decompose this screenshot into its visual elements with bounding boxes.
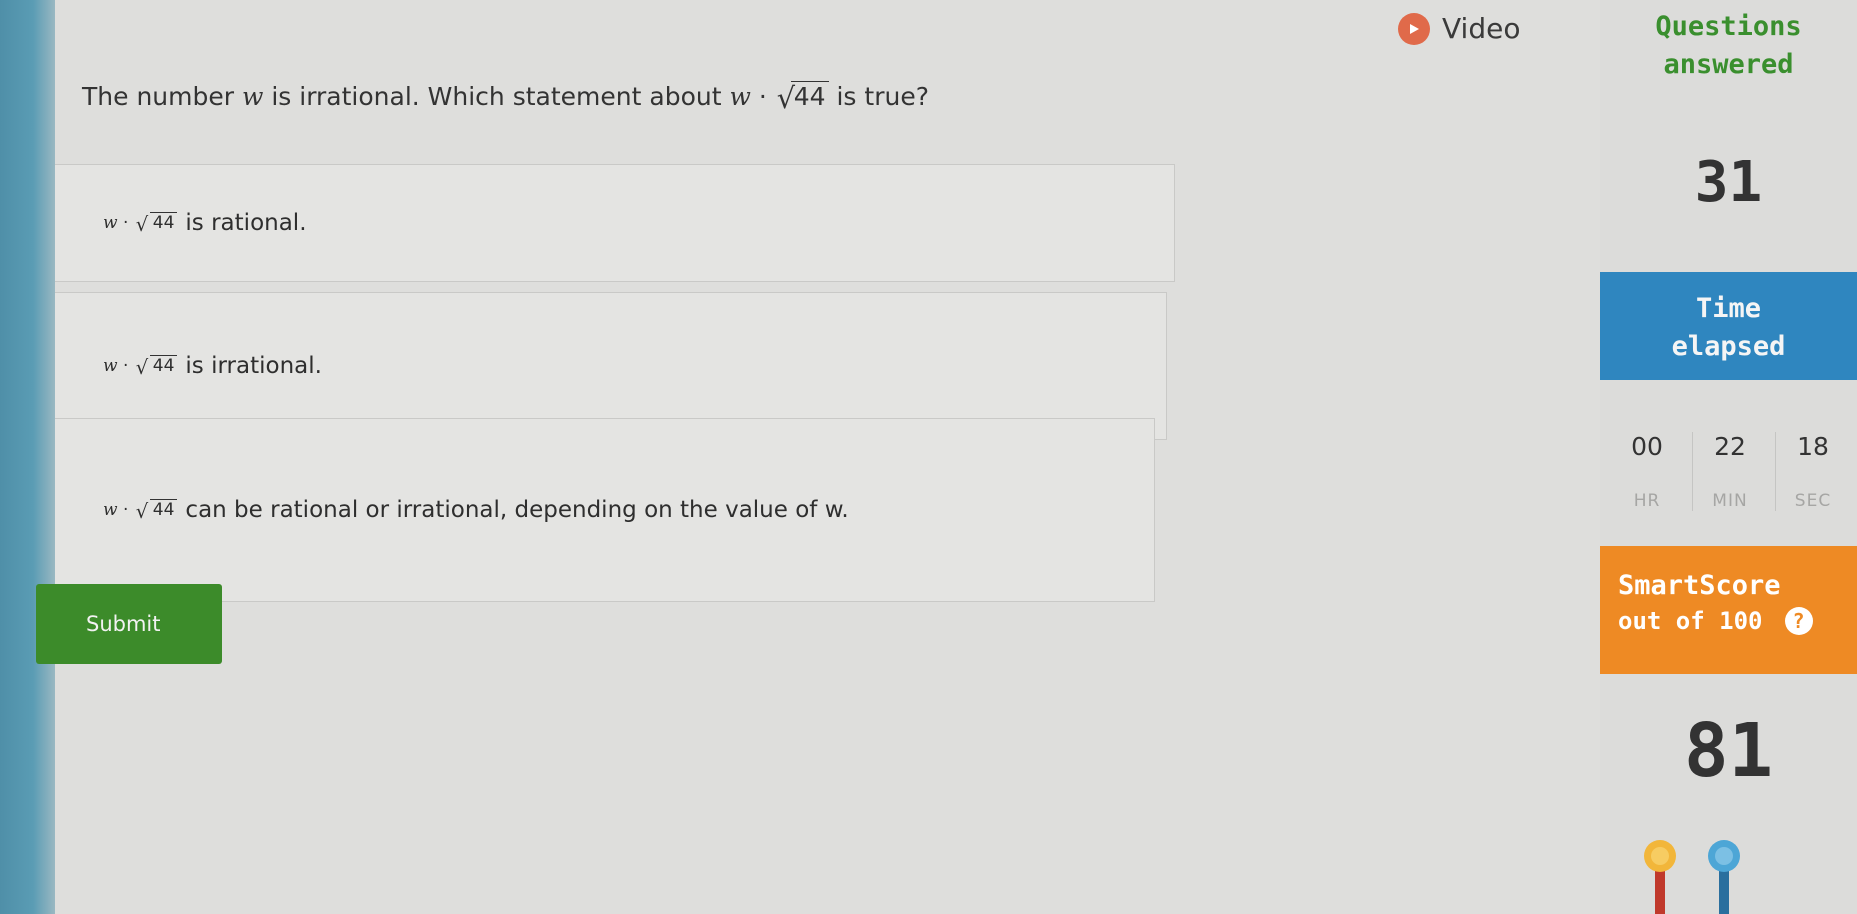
question-prefix: The number bbox=[82, 82, 235, 111]
question-suffix: is true? bbox=[836, 82, 929, 111]
submit-button[interactable]: Submit bbox=[36, 584, 222, 664]
play-icon bbox=[1398, 12, 1430, 45]
medal-icon bbox=[1644, 840, 1676, 914]
answer-choice-3[interactable]: w · √ 44 can be rational or irrational, d… bbox=[55, 418, 1155, 602]
question-middle: is irrational. Which statement about bbox=[271, 82, 722, 111]
medal-icon bbox=[1708, 840, 1740, 914]
video-label: Video bbox=[1442, 12, 1521, 45]
questions-answered-label: Questions answered bbox=[1655, 11, 1802, 80]
choice-text: is irrational. bbox=[185, 353, 322, 379]
left-page-edge bbox=[0, 0, 55, 914]
choice-text: is rational. bbox=[185, 210, 307, 236]
question-text: The number w is irrational. Which statem… bbox=[82, 81, 929, 116]
elapsed-timer: 00 HR 22 MIN 18 SEC bbox=[1610, 432, 1850, 511]
choice-expression: w · √ 44 bbox=[103, 499, 178, 522]
choice-expression: w · √ 44 bbox=[103, 212, 178, 235]
smartscore-value: 81 bbox=[1683, 708, 1774, 794]
time-elapsed-label: Time elapsed bbox=[1600, 272, 1857, 380]
help-icon[interactable]: ? bbox=[1784, 607, 1813, 635]
question-variable-2: w bbox=[729, 82, 751, 111]
timer-seconds: 18 SEC bbox=[1775, 432, 1850, 511]
choice-expression: w · √ 44 bbox=[103, 355, 178, 378]
video-link[interactable]: Video bbox=[1398, 12, 1520, 45]
question-variable: w bbox=[241, 82, 264, 111]
timer-hours: 00 HR bbox=[1631, 432, 1663, 511]
answer-choice-1[interactable]: w · √ 44 is rational. bbox=[55, 164, 1175, 282]
choice-text: can be rational or irrational, depending… bbox=[185, 497, 849, 523]
question-sqrt: √ 44 bbox=[777, 81, 829, 113]
smartscore-label: SmartScore out of 100 ? bbox=[1600, 546, 1857, 674]
questions-answered-value: 31 bbox=[1694, 150, 1763, 215]
timer-minutes: 22 MIN bbox=[1692, 432, 1767, 511]
